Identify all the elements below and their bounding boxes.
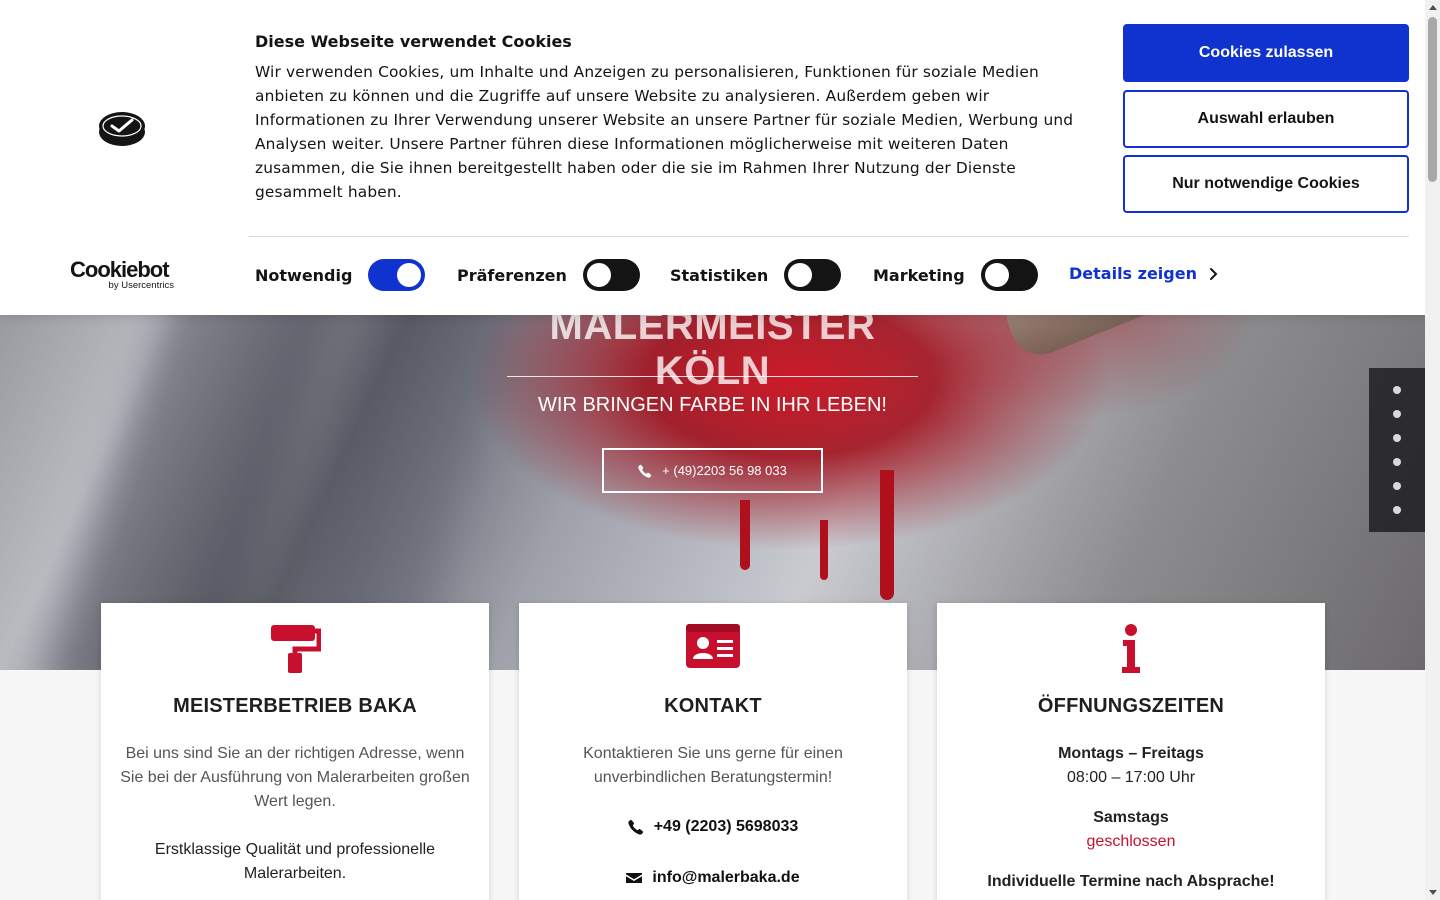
cookie-banner-heading: Diese Webseite verwendet Cookies (255, 32, 572, 51)
show-details-label: Details zeigen (1069, 264, 1197, 283)
contact-card: KONTAKT Kontaktieren Sie uns gerne für e… (519, 603, 907, 900)
allow-all-cookies-button[interactable]: Cookies zulassen (1123, 24, 1409, 82)
phone-icon (638, 464, 652, 478)
consent-marketing-toggle[interactable] (980, 259, 1038, 291)
about-card-text-highlight: Erstklassige Qualität und professionelle… (154, 841, 436, 882)
weekdays-label: Montags – Freitags (1058, 745, 1204, 762)
slide-dot[interactable] (1393, 506, 1401, 514)
phone-icon (628, 819, 643, 835)
hero-title: MALERMEISTER KÖLN (549, 304, 876, 393)
hero-paint-drip (740, 500, 750, 570)
hero-paint-drip (880, 470, 894, 600)
chevron-right-icon (1209, 267, 1218, 280)
contact-email-text: info@malerbaka.de (652, 869, 800, 886)
opening-hours-title: ÖFFNUNGSZEITEN (1037, 695, 1225, 717)
id-card-icon (519, 623, 907, 675)
contact-card-title: KONTAKT (664, 695, 762, 717)
cookie-banner-divider (249, 236, 1409, 237)
envelope-icon (626, 873, 643, 883)
consent-marketing-label: Marketing (873, 265, 965, 285)
cookie-consent-banner: Diese Webseite verwendet Cookies Wir ver… (0, 0, 1425, 315)
contact-phone-link[interactable]: +49 (2203) 5698033 (519, 818, 907, 836)
hero-phone-button[interactable]: + (49)2203 56 98 033 (602, 448, 823, 493)
about-card: MEISTERBETRIEB BAKA Bei uns sind Sie an … (101, 603, 489, 900)
hero-paint-drip (820, 520, 828, 580)
cookiebot-shield-icon (99, 112, 145, 146)
paint-roller-icon (101, 623, 489, 675)
show-details-link[interactable]: Details zeigen (1069, 264, 1219, 283)
info-icon (937, 623, 1325, 675)
slide-dot[interactable] (1393, 434, 1401, 442)
hero-divider (507, 376, 918, 377)
saturday-status: geschlossen (1086, 833, 1176, 850)
slide-dot[interactable] (1393, 410, 1401, 418)
consent-preferences: Präferenzen (457, 258, 640, 292)
scrollbar-thumb[interactable] (1428, 17, 1437, 182)
allow-selection-button[interactable]: Auswahl erlauben (1123, 90, 1409, 148)
weekdays-time: 08:00 – 17:00 Uhr (1066, 769, 1196, 786)
consent-necessary-toggle[interactable] (368, 259, 426, 291)
cookiebot-brand: Cookiebot (70, 257, 170, 282)
scroll-down-arrow-icon[interactable] (1425, 885, 1440, 900)
scroll-up-arrow-icon[interactable] (1425, 0, 1440, 15)
contact-email-link[interactable]: info@malerbaka.de (519, 869, 907, 887)
opening-hours-card: ÖFFNUNGSZEITEN Montags – Freitags 08:00 … (937, 603, 1325, 900)
appointment-note: Individuelle Termine nach Absprache! (987, 873, 1275, 890)
slide-navigation (1369, 368, 1425, 532)
consent-preferences-toggle[interactable] (582, 259, 640, 291)
consent-statistics: Statistiken (670, 258, 842, 292)
cookiebot-logo: Cookiebot by Usercentrics (70, 257, 174, 292)
contact-phone-text: +49 (2203) 5698033 (653, 818, 799, 835)
page-scrollbar[interactable] (1425, 0, 1440, 900)
consent-necessary-label: Notwendig (255, 265, 353, 285)
slide-dot[interactable] (1393, 386, 1401, 394)
saturday-label: Samstags (1093, 809, 1169, 826)
consent-necessary: Notwendig (255, 258, 426, 292)
consent-statistics-toggle[interactable] (784, 259, 842, 291)
slide-dot[interactable] (1393, 458, 1401, 466)
consent-marketing: Marketing (873, 258, 1038, 292)
about-card-title: MEISTERBETRIEB BAKA (173, 695, 417, 717)
about-card-text: Bei uns sind Sie an der richtigen Adress… (120, 745, 470, 810)
hero-subtitle: WIR BRINGEN FARBE IN IHR LEBEN! (538, 394, 887, 416)
necessary-cookies-only-button[interactable]: Nur notwendige Cookies (1123, 155, 1409, 213)
contact-card-text: Kontaktieren Sie uns gerne für einen unv… (583, 745, 843, 786)
hero-phone-label: + (49)2203 56 98 033 (662, 463, 787, 478)
slide-dot[interactable] (1393, 482, 1401, 490)
consent-preferences-label: Präferenzen (457, 265, 567, 285)
consent-statistics-label: Statistiken (670, 265, 769, 285)
cookie-banner-description: Wir verwenden Cookies, um Inhalte und An… (255, 63, 1074, 201)
